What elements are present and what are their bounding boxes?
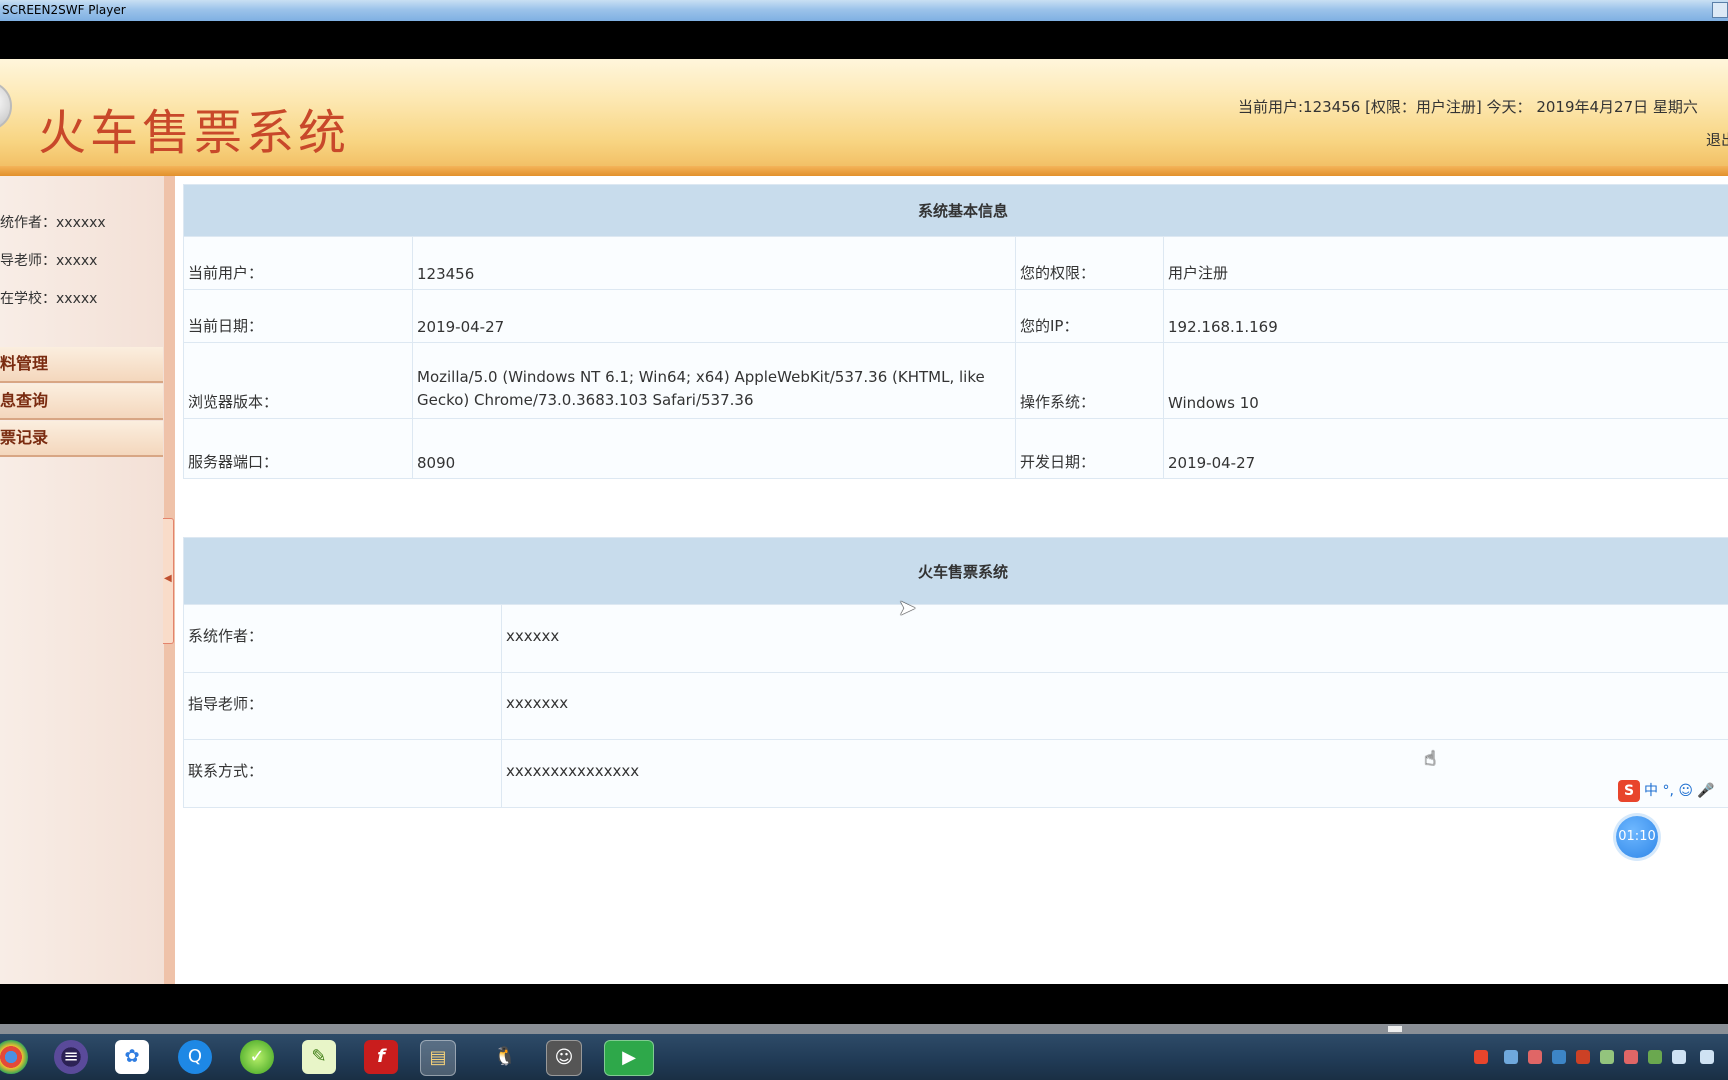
flash-icon[interactable]: f xyxy=(364,1040,398,1074)
network-tray-icon[interactable] xyxy=(1504,1050,1518,1064)
file-explorer-icon[interactable]: ▤ xyxy=(420,1040,456,1076)
table-row: 当前用户： 123456 您的权限： 用户注册 xyxy=(183,236,1728,290)
about-label: 联系方式： xyxy=(183,739,502,808)
table-row: 当前日期： 2019-04-27 您的IP： 192.168.1.169 xyxy=(183,289,1728,343)
info-label: 操作系统： xyxy=(1015,342,1164,419)
current-user-info: 当前用户:123456 [权限：用户注册] 今天： 2019年4月27日 星期六 xyxy=(1238,98,1698,116)
info-label: 您的权限： xyxy=(1015,236,1164,290)
info-label: 当前日期： xyxy=(183,289,413,343)
sidebar: 统作者：xxxxxx 导老师：xxxxx 在学校：xxxxx 料管理 息查询 票… xyxy=(0,176,164,984)
sidebar-item-data-management[interactable]: 料管理 xyxy=(0,347,163,383)
sidebar-teacher: 导老师：xxxxx xyxy=(0,253,98,269)
main-content: 系统基本信息 当前用户： 123456 您的权限： 用户注册 当前日期： 201… xyxy=(175,176,1728,984)
qq-tray-icon[interactable] xyxy=(1624,1050,1638,1064)
flash-tray-icon[interactable] xyxy=(1576,1050,1590,1064)
table-row: 系统作者： xxxxxx xyxy=(183,604,1728,673)
app-tray-icon[interactable] xyxy=(1528,1050,1542,1064)
sidebar-item-info-query[interactable]: 息查询 xyxy=(0,384,163,420)
info-label: 当前用户： xyxy=(183,236,413,290)
sidebar-item-ticket-records[interactable]: 票记录 xyxy=(0,421,163,457)
notepad-icon[interactable]: ✎ xyxy=(302,1040,336,1074)
mouse-pointer-icon: ➤ xyxy=(898,596,917,621)
system-info-title: 系统基本信息 xyxy=(183,184,1728,237)
tray-icon[interactable] xyxy=(1600,1050,1614,1064)
window-title-bar[interactable]: SCREEN2SWF Player xyxy=(0,0,1728,21)
info-value: 2019-04-27 xyxy=(412,289,1016,343)
sidebar-collapse-handle[interactable]: ◀ xyxy=(163,518,174,644)
info-label: 您的IP： xyxy=(1015,289,1164,343)
windows-taskbar: ≡ ✿ Q ✓ ✎ f ▤ 🐧 ☺ ▶ xyxy=(0,1034,1728,1080)
info-label: 开发日期： xyxy=(1015,418,1164,479)
player-bottom-band xyxy=(0,984,1728,1024)
info-value: Windows 10 xyxy=(1163,342,1728,419)
about-value: xxxxxxx xyxy=(501,672,1728,740)
chrome-icon[interactable] xyxy=(0,1040,28,1074)
player-top-band xyxy=(0,21,1728,59)
table-row: 浏览器版本： Mozilla/5.0 (Windows NT 6.1; Win6… xyxy=(183,342,1728,419)
table-row: 联系方式： xxxxxxxxxxxxxxx xyxy=(183,739,1728,808)
action-center-tray-icon[interactable] xyxy=(1700,1050,1714,1064)
logo-icon xyxy=(0,81,12,131)
info-value: 123456 xyxy=(412,236,1016,290)
app-title: 火车售票系统 xyxy=(38,105,351,161)
info-value: Mozilla/5.0 (Windows NT 6.1; Win64; x64)… xyxy=(412,342,1016,419)
screen2swf-icon[interactable]: ▶ xyxy=(604,1040,654,1076)
header-divider xyxy=(0,166,1728,176)
info-label: 服务器端口： xyxy=(183,418,413,479)
window-control-button[interactable] xyxy=(1712,2,1728,18)
window-title: SCREEN2SWF Player xyxy=(2,3,126,17)
about-value: xxxxxxxxxxxxxxx xyxy=(501,739,1728,808)
about-label: 系统作者： xyxy=(183,604,502,673)
info-value: 2019-04-27 xyxy=(1163,418,1728,479)
logout-link[interactable]: 退出 xyxy=(1706,129,1728,150)
recording-timer[interactable]: 01:10 xyxy=(1616,816,1658,858)
playback-scroll-thumb[interactable] xyxy=(1388,1026,1402,1032)
qq-browser-icon[interactable]: Q xyxy=(178,1040,212,1074)
collapse-arrow-icon: ◀ xyxy=(164,573,172,584)
about-table: 火车售票系统 系统作者： xxxxxx 指导老师： xxxxxxx 联系方式： … xyxy=(183,537,1728,808)
360-icon[interactable]: ✓ xyxy=(240,1040,274,1074)
sogou-logo-icon: S xyxy=(1618,780,1640,802)
about-title: 火车售票系统 xyxy=(183,537,1728,605)
battery-tray-icon[interactable] xyxy=(1648,1050,1662,1064)
info-value: 用户注册 xyxy=(1163,236,1728,290)
ime-mode[interactable]: 中 °, ☺ 🎤 xyxy=(1644,783,1715,799)
info-value: 8090 xyxy=(412,418,1016,479)
baidu-netdisk-icon[interactable]: ✿ xyxy=(115,1040,149,1074)
sidebar-author: 统作者：xxxxxx xyxy=(0,215,106,231)
security-tray-icon[interactable] xyxy=(1552,1050,1566,1064)
sogou-tray-icon[interactable] xyxy=(1474,1050,1488,1064)
hand-pointer-icon: ☝ xyxy=(1424,746,1437,770)
volume-tray-icon[interactable] xyxy=(1672,1050,1686,1064)
sidebar-school: 在学校：xxxxx xyxy=(0,291,98,307)
info-value: 192.168.1.169 xyxy=(1163,289,1728,343)
qq-icon[interactable]: 🐧 xyxy=(488,1040,522,1074)
ime-toolbar[interactable]: S中 °, ☺ 🎤 xyxy=(1618,780,1715,802)
user-photo-icon[interactable]: ☺ xyxy=(546,1040,582,1076)
about-value: xxxxxx xyxy=(501,604,1728,673)
playback-scrollbar[interactable] xyxy=(0,1024,1728,1034)
about-label: 指导老师： xyxy=(183,672,502,740)
info-label: 浏览器版本： xyxy=(183,342,413,419)
eclipse-icon[interactable]: ≡ xyxy=(54,1040,88,1074)
app-header: 火车售票系统 当前用户:123456 [权限：用户注册] 今天： 2019年4月… xyxy=(0,59,1728,176)
system-info-table: 系统基本信息 当前用户： 123456 您的权限： 用户注册 当前日期： 201… xyxy=(183,184,1728,479)
table-row: 指导老师： xxxxxxx xyxy=(183,672,1728,740)
table-row: 服务器端口： 8090 开发日期： 2019-04-27 xyxy=(183,418,1728,479)
